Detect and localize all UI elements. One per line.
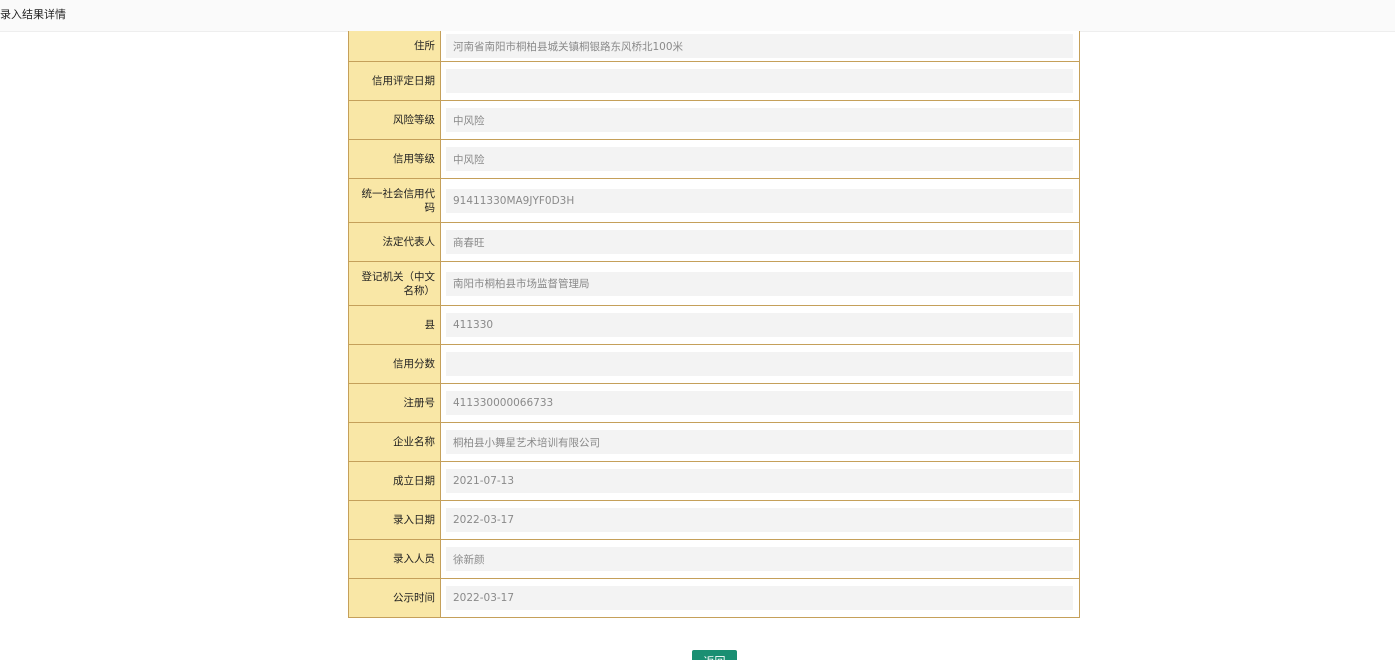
field-label: 统一社会信用代码: [349, 179, 441, 222]
field-value-entry-person[interactable]: 徐新颜: [446, 547, 1073, 571]
field-label: 录入人员: [349, 540, 441, 578]
field-label: 县: [349, 306, 441, 344]
field-row-legal-representative: 法定代表人 商春旺: [349, 222, 1079, 261]
field-label: 成立日期: [349, 462, 441, 500]
field-value-credit-code[interactable]: 91411330MA9JYF0D3H: [446, 188, 1073, 213]
field-value-registration-authority[interactable]: 南阳市桐柏县市场监督管理局: [446, 271, 1073, 296]
field-row-county: 县 411330: [349, 305, 1079, 344]
return-button[interactable]: 返回: [692, 650, 737, 660]
field-row-credit-code: 统一社会信用代码 91411330MA9JYF0D3H: [349, 178, 1079, 222]
page-title: 录入结果详情: [0, 8, 66, 21]
field-row-entry-date: 录入日期 2022-03-17: [349, 500, 1079, 539]
page-header: 录入结果详情: [0, 0, 1395, 32]
field-label: 信用分数: [349, 345, 441, 383]
field-label: 风险等级: [349, 101, 441, 139]
field-value-publicity-time[interactable]: 2022-03-17: [446, 586, 1073, 610]
field-value-credit-score[interactable]: [446, 352, 1073, 376]
field-row-credit-rating-date: 信用评定日期: [349, 61, 1079, 100]
field-value-company-name[interactable]: 桐柏县小舞星艺术培训有限公司: [446, 430, 1073, 454]
field-label: 公示时间: [349, 579, 441, 617]
field-label: 登记机关（中文名称）: [349, 262, 441, 305]
field-value-county[interactable]: 411330: [446, 313, 1073, 337]
field-label: 法定代表人: [349, 223, 441, 261]
field-row-address: 住所 河南省南阳市桐柏县城关镇桐银路东风桥北100米: [349, 31, 1079, 61]
page: 录入结果详情 住所 河南省南阳市桐柏县城关镇桐银路东风桥北100米 信用评定日期…: [0, 0, 1395, 660]
detail-table: 住所 河南省南阳市桐柏县城关镇桐银路东风桥北100米 信用评定日期 风险等级 中…: [348, 31, 1080, 618]
field-value-credit-rating-date[interactable]: [446, 69, 1073, 93]
field-value-established-date[interactable]: 2021-07-13: [446, 469, 1073, 493]
field-label: 住所: [349, 31, 441, 61]
field-label: 录入日期: [349, 501, 441, 539]
field-row-registration-number: 注册号 411330000066733: [349, 383, 1079, 422]
field-row-credit-level: 信用等级 中风险: [349, 139, 1079, 178]
field-value-entry-date[interactable]: 2022-03-17: [446, 508, 1073, 532]
field-label: 企业名称: [349, 423, 441, 461]
field-row-risk-level: 风险等级 中风险: [349, 100, 1079, 139]
field-value-registration-number[interactable]: 411330000066733: [446, 391, 1073, 415]
field-value-credit-level[interactable]: 中风险: [446, 147, 1073, 171]
field-value-risk-level[interactable]: 中风险: [446, 108, 1073, 132]
field-row-publicity-time: 公示时间 2022-03-17: [349, 578, 1079, 617]
field-label: 信用评定日期: [349, 62, 441, 100]
field-value-address[interactable]: 河南省南阳市桐柏县城关镇桐银路东风桥北100米: [446, 34, 1073, 58]
field-row-registration-authority: 登记机关（中文名称） 南阳市桐柏县市场监督管理局: [349, 261, 1079, 305]
field-value-legal-representative[interactable]: 商春旺: [446, 230, 1073, 254]
field-row-company-name: 企业名称 桐柏县小舞星艺术培训有限公司: [349, 422, 1079, 461]
field-row-credit-score: 信用分数: [349, 344, 1079, 383]
footer: 返回: [0, 640, 1395, 660]
field-label: 信用等级: [349, 140, 441, 178]
field-label: 注册号: [349, 384, 441, 422]
field-row-entry-person: 录入人员 徐新颜: [349, 539, 1079, 578]
field-row-established-date: 成立日期 2021-07-13: [349, 461, 1079, 500]
